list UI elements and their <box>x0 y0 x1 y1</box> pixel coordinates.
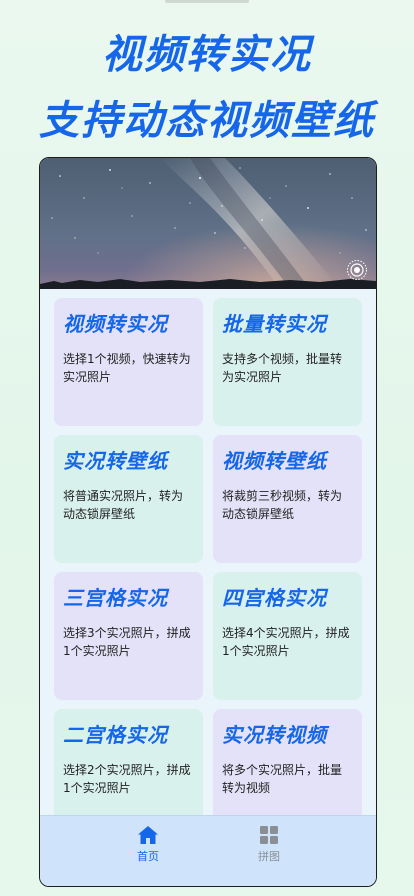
milky-way-illustration <box>40 158 376 289</box>
card-title: 实况转壁纸 <box>63 449 168 473</box>
phone-mockup: 视频转实况 选择1个视频，快速转为实况照片 批量转实况 支持多个视频，批量转为实… <box>39 157 377 887</box>
card-description: 将普通实况照片，转为动态锁屏壁纸 <box>63 489 184 521</box>
tab-home[interactable]: 首页 <box>108 824 188 864</box>
card-live-to-wallpaper[interactable]: 实况转壁纸 将普通实况照片，转为动态锁屏壁纸 <box>54 435 203 563</box>
home-icon <box>138 826 158 844</box>
card-title: 视频转实况 <box>63 312 168 336</box>
tab-label-collage: 拼图 <box>258 850 280 863</box>
card-video-to-wallpaper[interactable]: 视频转壁纸 将裁剪三秒视频，转为动态锁屏壁纸 <box>213 435 362 563</box>
grid-icon <box>260 826 278 844</box>
hero-image-milky-way <box>40 158 376 289</box>
card-three-grid-live[interactable]: 三宫格实况 选择3个实况照片，拼成1个实况照片 <box>54 572 203 700</box>
promo-title-line1: 视频转实况 <box>102 32 312 78</box>
card-title: 三宫格实况 <box>63 586 168 610</box>
card-description: 选择2个实况照片，拼成1个实况照片 <box>63 763 191 795</box>
card-title: 二宫格实况 <box>63 723 168 747</box>
card-video-to-live[interactable]: 视频转实况 选择1个视频，快速转为实况照片 <box>54 298 203 426</box>
status-notch <box>165 0 249 3</box>
card-title: 批量转实况 <box>222 312 327 336</box>
card-description: 支持多个视频，批量转为实况照片 <box>222 352 343 384</box>
live-photo-icon[interactable] <box>346 259 368 281</box>
card-description: 将裁剪三秒视频，转为动态锁屏壁纸 <box>222 489 343 521</box>
tab-label-home: 首页 <box>137 850 159 863</box>
promo-title-line2: 支持动态视频壁纸 <box>39 98 375 144</box>
card-four-grid-live[interactable]: 四宫格实况 选择4个实况照片，拼成1个实况照片 <box>213 572 362 700</box>
card-title: 视频转壁纸 <box>222 449 327 473</box>
card-description: 选择4个实况照片，拼成1个实况照片 <box>222 626 350 658</box>
card-title: 实况转视频 <box>222 723 327 747</box>
card-description: 将多个实况照片，批量转为视频 <box>222 763 343 795</box>
card-batch-to-live[interactable]: 批量转实况 支持多个视频，批量转为实况照片 <box>213 298 362 426</box>
bottom-tab-bar: 首页 拼图 <box>40 815 376 886</box>
card-description: 选择1个视频，快速转为实况照片 <box>63 352 191 384</box>
card-title: 四宫格实况 <box>222 586 327 610</box>
card-description: 选择3个实况照片，拼成1个实况照片 <box>63 626 191 658</box>
tab-collage[interactable]: 拼图 <box>229 824 309 864</box>
